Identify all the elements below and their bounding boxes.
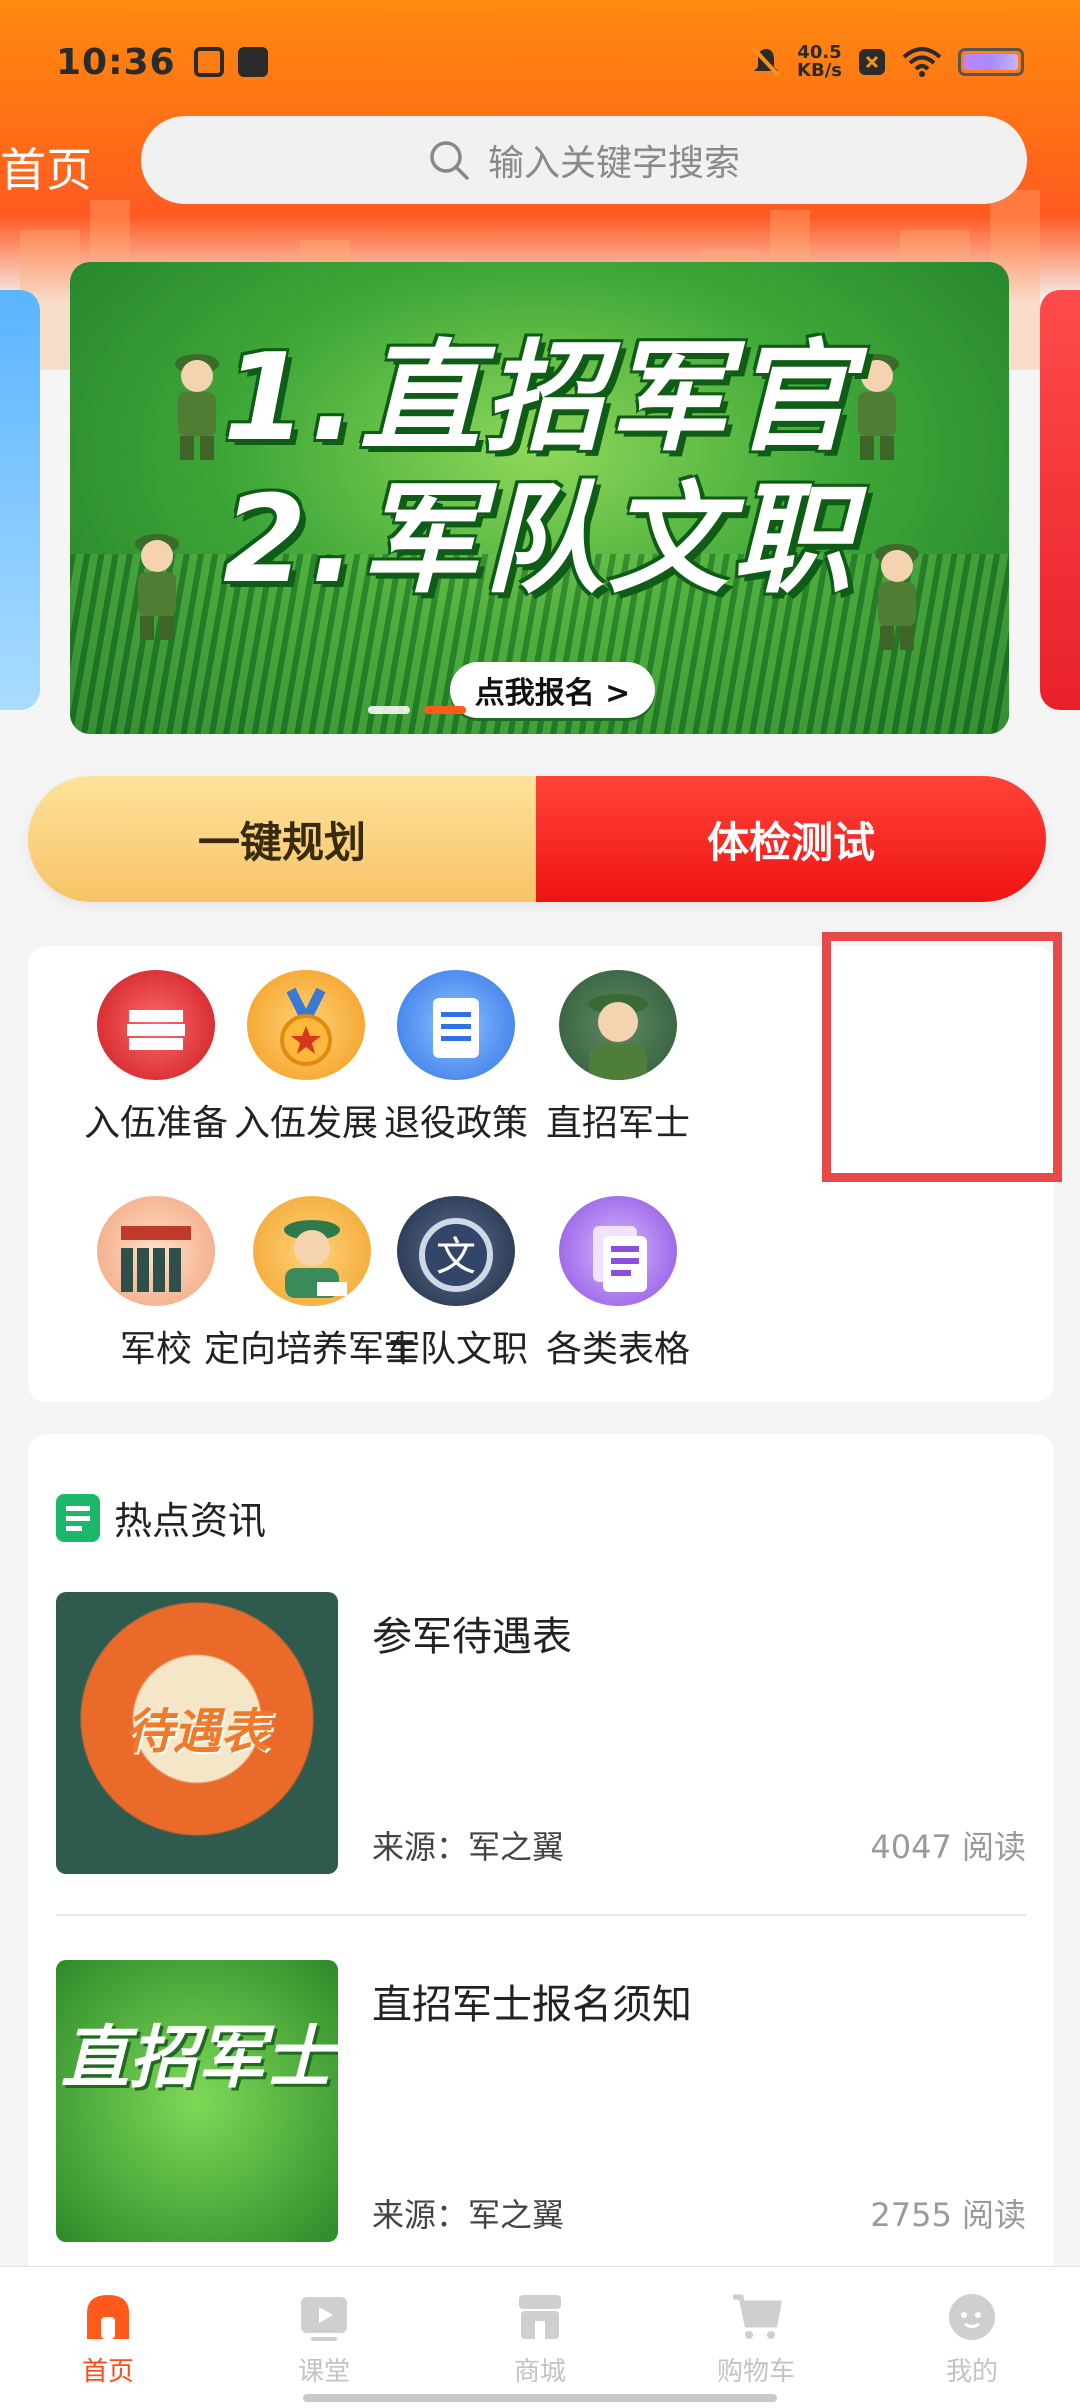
carousel-dot xyxy=(368,706,410,714)
grid-item-forms[interactable]: 各类表格 xyxy=(490,1172,746,1372)
battery-icon xyxy=(958,48,1024,76)
tab-home[interactable]: 首页 xyxy=(0,2267,216,2408)
search-bar[interactable]: 输入关键字搜索 xyxy=(141,116,1027,204)
carousel-next-card[interactable] xyxy=(1040,290,1080,710)
forms-icon xyxy=(559,1196,677,1306)
tab-classroom[interactable]: 课堂 xyxy=(216,2267,432,2408)
cart-icon xyxy=(733,2294,782,2339)
divider xyxy=(56,1914,1026,1916)
search-placeholder: 输入关键字搜索 xyxy=(487,143,740,184)
status-time: 10:36 xyxy=(56,41,176,83)
network-speed: 40.5 KB/s xyxy=(797,42,842,81)
hot-news-section: 热点资讯 待遇表 参军待遇表 来源：军之翼 4047 阅读 直招军士 直招军士报… xyxy=(28,1434,1054,2408)
carousel-prev-card[interactable] xyxy=(0,290,40,710)
calendar-notification-icon xyxy=(193,47,224,77)
search-icon xyxy=(430,141,469,180)
news-source: 来源：军之翼 xyxy=(372,1828,565,1866)
home-icon xyxy=(87,2295,129,2339)
news-source: 来源：军之翼 xyxy=(372,2196,565,2234)
grid-item-direct-recruit-sergeant[interactable]: 直招军士 xyxy=(490,946,746,1146)
status-bar: 10:36 40.5 KB/s xyxy=(0,0,1080,124)
play-icon xyxy=(301,2297,347,2341)
soldier-icon xyxy=(559,970,677,1080)
highlight-box xyxy=(822,932,1062,1182)
news-thumbnail: 待遇表 xyxy=(56,1592,338,1874)
news-item[interactable]: 直招军士 直招军士报名须知 来源：军之翼 2755 阅读 xyxy=(56,1960,1026,2242)
one-click-plan-button[interactable]: 一键规划 xyxy=(28,776,536,902)
tab-store[interactable]: 商城 xyxy=(432,2267,648,2408)
svg-text:文: 文 xyxy=(436,1234,476,1280)
message-notification-icon xyxy=(237,47,268,77)
news-title: 参军待遇表 xyxy=(372,1614,572,1660)
news-read-count: 4047 阅读 xyxy=(870,1828,1026,1866)
news-icon xyxy=(56,1493,100,1542)
banner-headline-2: 2.军队文职 xyxy=(222,471,857,610)
store-icon xyxy=(519,2295,561,2339)
action-buttons: 一键规划 体检测试 xyxy=(28,776,1046,902)
close-box-icon xyxy=(859,49,885,75)
news-read-count: 2755 阅读 xyxy=(870,2196,1026,2234)
banner-carousel[interactable]: 1.直招军官 2.军队文职 点我报名 > xyxy=(70,262,1009,734)
news-thumbnail: 直招军士 xyxy=(56,1960,338,2242)
tab-cart[interactable]: 购物车 xyxy=(648,2267,864,2408)
carousel-indicator xyxy=(368,706,522,714)
tab-profile[interactable]: 我的 xyxy=(864,2267,1080,2408)
news-section-title: 热点资讯 xyxy=(114,1499,267,1543)
news-item[interactable]: 待遇表 参军待遇表 来源：军之翼 4047 阅读 xyxy=(56,1592,1026,1874)
news-section-header: 热点资讯 xyxy=(56,1490,266,1545)
page-title: 首页 xyxy=(0,143,92,197)
mute-icon xyxy=(752,47,780,77)
news-title: 直招军士报名须知 xyxy=(372,1982,692,2028)
carousel-dot xyxy=(480,706,522,714)
carousel-dot-active xyxy=(424,706,466,714)
physical-exam-test-button[interactable]: 体检测试 xyxy=(536,776,1046,902)
profile-icon xyxy=(949,2294,995,2340)
home-indicator xyxy=(303,2394,777,2402)
wifi-icon xyxy=(902,47,942,77)
bottom-tab-bar: 首页 课堂 商城 购物车 我的 xyxy=(0,2266,1080,2408)
